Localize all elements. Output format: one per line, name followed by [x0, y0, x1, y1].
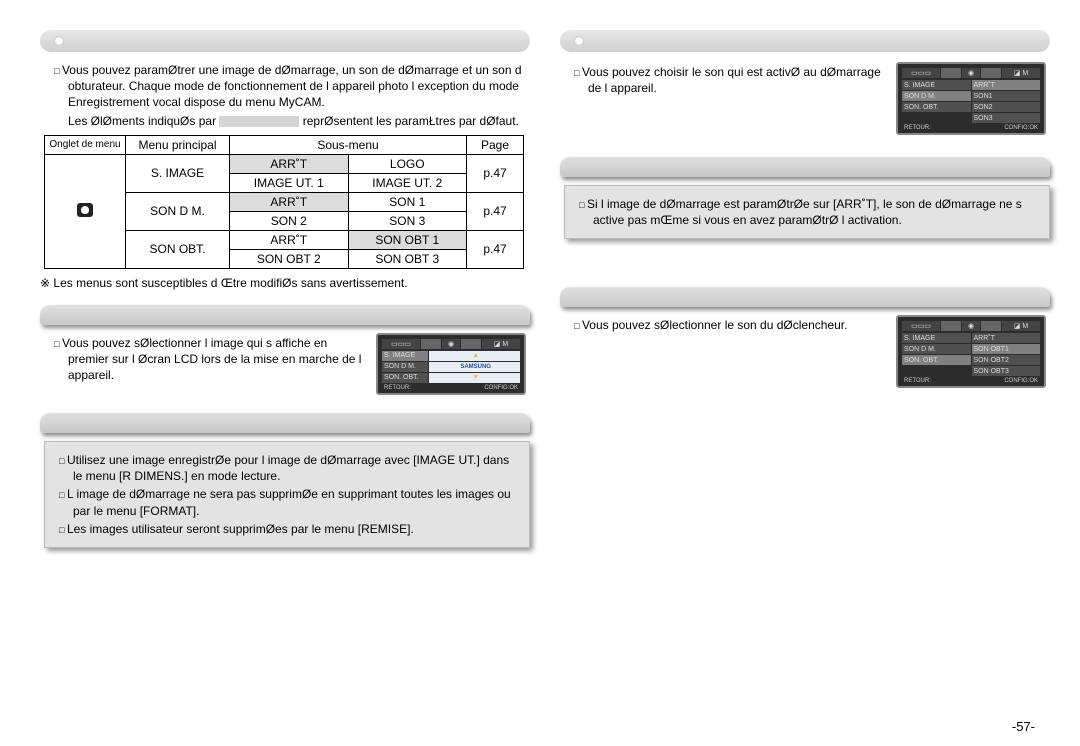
sub-cell: SON OBT 1 — [348, 230, 467, 249]
left-column: Vous pouvez paramØtrer une image de dØma… — [40, 30, 530, 548]
sub-pill-image — [40, 305, 530, 325]
lcd-tab-icon: ◪ M — [1002, 321, 1040, 331]
sub-cell: ARR˚T — [230, 192, 349, 211]
lcd-foot-right: CONFIG:OK — [1004, 378, 1038, 384]
lcd-item: SON. OBT. — [902, 355, 971, 365]
sub-cell: SON 1 — [348, 192, 467, 211]
page-cell: p.47 — [467, 192, 524, 230]
lcd-item: S. IMAGE — [902, 80, 971, 90]
highlight-swatch — [219, 116, 299, 127]
lcd-item: SON. OBT. — [382, 373, 428, 383]
main-simage: S. IMAGE — [126, 154, 230, 192]
person-icon — [77, 203, 93, 217]
lcd-item: SON3 — [972, 113, 1041, 123]
menu-table: Onglet de menu Menu principal Sous-menu … — [44, 135, 524, 269]
page-cell: p.47 — [467, 154, 524, 192]
th-page: Page — [467, 135, 524, 154]
sub-pill-shutter — [560, 287, 1050, 307]
sub-pill-info-right — [560, 157, 1050, 177]
table-header-row: Onglet de menu Menu principal Sous-menu … — [45, 135, 524, 154]
shutter-text: Vous pouvez sØlectionner le son du dØcle… — [588, 317, 888, 333]
infobox-line: Les images utilisateur seront supprimØes… — [73, 521, 519, 537]
lcd-tab-icon — [981, 68, 1001, 78]
lcd-tab-icon: ◪ M — [1002, 68, 1040, 78]
lcd-foot-right: CONFIG:OK — [1004, 125, 1038, 131]
sub-cell: SON 3 — [348, 211, 467, 230]
image-section-text: Vous pouvez sØlectionner l image qui s a… — [68, 335, 368, 384]
sub-cell: SON OBT 2 — [230, 249, 349, 268]
default-note: Les ØlØments indiquØs par reprØsentent l… — [68, 113, 530, 129]
lcd-foot-left: RETOUR: — [904, 125, 931, 131]
lcd-item: ARR˚T — [972, 333, 1041, 343]
lcd-item: SON OBT3 — [972, 366, 1041, 376]
main-sonobt: SON OBT. — [126, 230, 230, 268]
sound-start-text: Vous pouvez choisir le son qui est activ… — [588, 64, 888, 96]
sub-cell: IMAGE UT. 1 — [230, 173, 349, 192]
lcd-item: SON D M. — [382, 362, 428, 372]
lcd-item: SON D M. — [902, 91, 971, 101]
lcd-item: SON OBT2 — [972, 355, 1041, 365]
infobox-line: Si l image de dØmarrage est paramØtrØe s… — [593, 196, 1039, 228]
lcd-item: SON OBT1 — [972, 344, 1041, 354]
lcd-tab-icon — [421, 339, 441, 349]
table-row: S. IMAGE ARR˚T LOGO p.47 — [45, 154, 524, 173]
modification-note: ※ Les menus sont susceptibles d Œtre mod… — [54, 275, 530, 291]
info-box-right: Si l image de dØmarrage est paramØtrØe s… — [564, 185, 1050, 239]
sub-cell: ARR˚T — [230, 154, 349, 173]
sub-cell: SON 2 — [230, 211, 349, 230]
lcd-tab-icon: ◪ M — [482, 339, 520, 349]
lcd-logo-area: ▼ — [429, 373, 520, 383]
person-icon: ◉ — [442, 339, 460, 349]
lcd-foot-left: RETOUR: — [384, 385, 411, 391]
page-cell: p.47 — [467, 230, 524, 268]
pill-header-mycam — [40, 30, 530, 52]
sub-cell: SON OBT 3 — [348, 249, 467, 268]
lcd-foot-left: RETOUR: — [904, 378, 931, 384]
lcd-tab-icon: ▭▭▭ — [902, 68, 940, 78]
lcd-logo-area: ▲ — [429, 351, 520, 361]
infobox-line: Utilisez une image enregistrØe pour l im… — [73, 452, 519, 484]
intro-paragraph: Vous pouvez paramØtrer une image de dØma… — [68, 62, 530, 111]
lcd-item: S. IMAGE — [382, 351, 428, 361]
right-column: Vous pouvez choisir le son qui est activ… — [560, 30, 1050, 548]
default-note-after: reprØsentent les paramŁtres par dØfaut. — [303, 114, 519, 128]
th-tab: Onglet de menu — [45, 135, 126, 154]
pill-header-right — [560, 30, 1050, 52]
person-icon: ◉ — [962, 68, 980, 78]
lcd-item: SON1 — [972, 91, 1041, 101]
tab-icon-cell — [45, 154, 126, 268]
infobox-line: L image de dØmarrage ne sera pas supprim… — [73, 486, 519, 518]
lcd-tab-icon — [981, 321, 1001, 331]
lcd-tab-icon — [941, 321, 961, 331]
th-sub: Sous-menu — [230, 135, 467, 154]
lcd-tab-icon: ▭▭▭ — [382, 339, 420, 349]
lcd-foot-right: CONFIG:OK — [484, 385, 518, 391]
th-main: Menu principal — [126, 135, 230, 154]
samsung-logo: SAMSUNG — [429, 362, 520, 372]
lcd-item: S. IMAGE — [902, 333, 971, 343]
sub-cell: IMAGE UT. 2 — [348, 173, 467, 192]
lcd-tab-icon — [941, 68, 961, 78]
lcd-tab-icon: ▭▭▭ — [902, 321, 940, 331]
lcd-item: ARR˚T — [972, 80, 1041, 90]
person-icon: ◉ — [962, 321, 980, 331]
lcd-item: SON. OBT. — [902, 102, 971, 112]
lcd-preview-image: ▭▭▭ ◉ ◪ M S. IMAGE ▲ SON D M. SAMSUNG SO… — [376, 333, 526, 395]
sub-pill-info — [40, 413, 530, 433]
sub-cell: LOGO — [348, 154, 467, 173]
default-note-before: Les ØlØments indiquØs par — [68, 114, 216, 128]
lcd-preview-sound: ▭▭▭ ◉ ◪ M S. IMAGEARR˚T SON D M.SON1 SON… — [896, 62, 1046, 135]
info-box-left: Utilisez une image enregistrØe pour l im… — [44, 441, 530, 548]
page-number: -57- — [1012, 719, 1035, 734]
lcd-item: SON2 — [972, 102, 1041, 112]
lcd-item: SON D M. — [902, 344, 971, 354]
lcd-tab-icon — [461, 339, 481, 349]
sub-cell: ARR˚T — [230, 230, 349, 249]
main-sondm: SON D M. — [126, 192, 230, 230]
lcd-preview-shutter: ▭▭▭ ◉ ◪ M S. IMAGEARR˚T SON D M.SON OBT1… — [896, 315, 1046, 388]
